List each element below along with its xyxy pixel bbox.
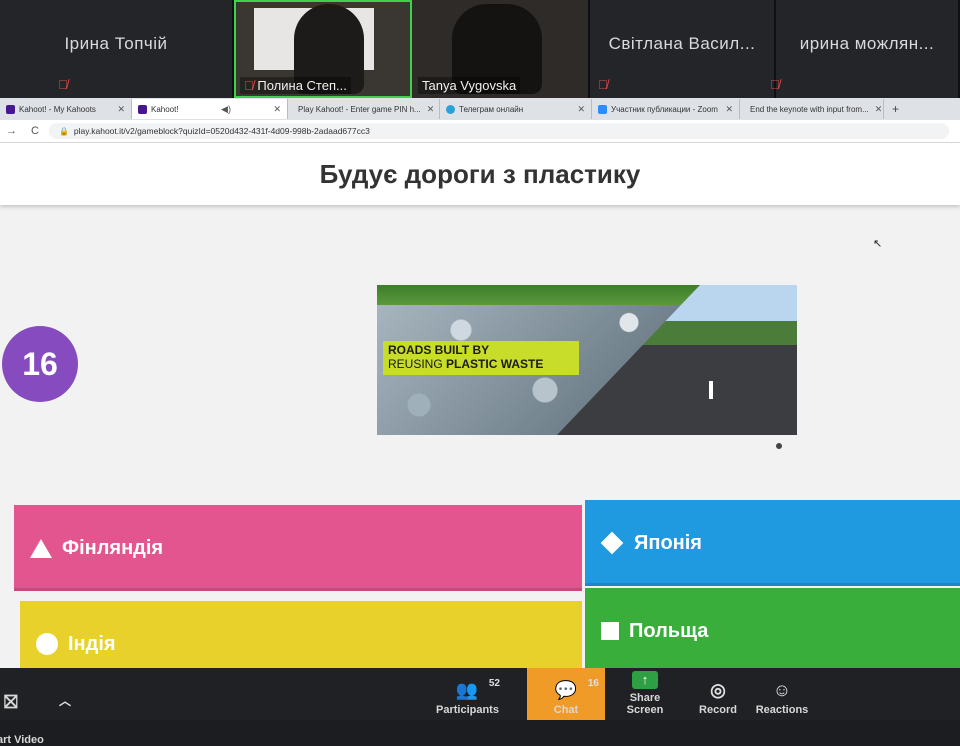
chat-label: Chat [553, 704, 579, 716]
close-icon[interactable]: ✕ [421, 104, 435, 115]
image-caption-line1: ROADS BUILT BY [388, 343, 490, 357]
participant-name: Ірина Топчій [64, 34, 168, 53]
answer-label: Індія [68, 632, 116, 655]
participant-tile[interactable]: Ірина Топчій 🎙̸ [0, 0, 234, 98]
forward-arrow-icon[interactable]: → [6, 125, 17, 137]
reactions-label: Reactions [755, 704, 809, 716]
triangle-icon [30, 538, 52, 558]
browser-tab[interactable]: Kahoot! - My Kahoots ✕ [0, 99, 132, 119]
close-icon[interactable]: ✕ [719, 104, 733, 115]
answer-label: Польща [629, 619, 709, 642]
participant-name: Світлана Васил... [608, 34, 756, 53]
url-field[interactable]: 🔒 play.kahoot.it/v2/gameblock?quizId=052… [48, 123, 949, 139]
participant-tile[interactable]: ирина можлян... 🎙̸ [770, 0, 960, 98]
kahoot-favicon-icon [6, 104, 15, 114]
url-text: play.kahoot.it/v2/gameblock?quizId=0520d… [73, 126, 370, 136]
question-image: ROADS BUILT BY REUSING PLASTIC WASTE [377, 285, 797, 435]
question-bar: Будує дороги з пластику [0, 143, 960, 205]
chat-button[interactable]: 💬 16 Chat [527, 668, 605, 720]
video-options-chevron-up-icon[interactable]: ︿ [58, 692, 72, 716]
diamond-icon [600, 531, 624, 555]
share-screen-label: Share Screen [626, 692, 664, 716]
share-screen-button[interactable]: ↑ Share Screen [610, 668, 680, 716]
close-icon[interactable]: ✕ [571, 104, 585, 115]
mic-muted-icon: 🎙̸ [58, 77, 68, 92]
browser-tab-active[interactable]: Kahoot! ◀) ✕ [132, 99, 288, 119]
lock-icon: 🔒 [58, 126, 69, 136]
square-icon [601, 622, 619, 640]
reload-icon[interactable]: C [31, 125, 39, 137]
image-caption-banner: ROADS BUILT BY REUSING PLASTIC WASTE [383, 341, 579, 375]
speaker-icon[interactable]: ◀) [215, 104, 231, 115]
chat-bubble-icon: 💬 [554, 680, 578, 700]
share-screen-icon: ↑ [632, 671, 658, 689]
participant-name: 🎙̸ Полина Степ... [240, 77, 351, 94]
address-bar: → C 🔒 play.kahoot.it/v2/gameblock?quizId… [0, 120, 960, 143]
zoom-control-bar: ⛝ Start Video ︿ 👥 52 Participants 💬 16 C… [0, 668, 960, 746]
browser-tab-bar: Kahoot! - My Kahoots ✕ Kahoot! ◀) ✕ Play Ka… [0, 98, 960, 120]
browser-tab[interactable]: Play Kahoot! - Enter game PIN h... ✕ [288, 99, 440, 119]
browser-tab[interactable]: End the keynote with input from... ✕ [740, 99, 884, 119]
participants-count: 52 [488, 678, 500, 689]
road-lane-marking [709, 381, 713, 399]
telegram-favicon-icon [446, 104, 455, 114]
participants-button[interactable]: 👥 52 Participants [436, 678, 500, 716]
countdown-timer: 16 [2, 326, 78, 402]
mic-muted-icon: 🎙̸ [244, 78, 258, 93]
zoom-participant-strip: Ірина Топчій 🎙̸ 🎙̸ Полина Степ... Tanya … [0, 0, 960, 98]
participant-tile-video[interactable]: Tanya Vygovska [412, 0, 590, 98]
chat-count: 16 [587, 678, 599, 689]
chat-button-inner: 💬 16 Chat [541, 678, 599, 716]
reactions-smiley-icon: ☺ [772, 680, 792, 700]
answer-button-square[interactable]: Польща [585, 588, 960, 668]
participant-tile[interactable]: Світлана Васил... 🎙̸ [590, 0, 776, 98]
image-caption-line2: REUSING PLASTIC WASTE [388, 357, 544, 371]
answer-button-diamond[interactable]: Японія [585, 500, 960, 586]
participant-tile-video[interactable]: 🎙̸ Полина Степ... [234, 0, 412, 98]
record-label: Record [699, 704, 737, 716]
answer-button-circle[interactable]: Індія [20, 601, 582, 668]
start-video-button[interactable]: ⛝ Start Video [0, 692, 48, 746]
mic-muted-icon: 🎙̸ [770, 77, 780, 92]
participants-label: Participants [436, 704, 499, 716]
new-tab-button[interactable]: + [884, 102, 907, 116]
close-icon[interactable]: ✕ [267, 104, 281, 115]
record-button[interactable]: ◎ Record [696, 680, 740, 716]
kahoot-game-page: Будує дороги з пластику ↖ 16 ROADS BUILT… [0, 143, 960, 668]
browser-tab[interactable]: Участник публикации - Zoom ✕ [592, 99, 740, 119]
reactions-button[interactable]: ☺ Reactions [754, 680, 810, 716]
close-icon[interactable]: ✕ [869, 104, 883, 115]
answer-label: Фінляндія [62, 536, 164, 559]
participant-name: Tanya Vygovska [418, 77, 521, 94]
answer-label: Японія [634, 531, 702, 554]
answer-button-triangle[interactable]: Фінляндія [14, 505, 582, 591]
zoom-favicon-icon [598, 104, 607, 114]
participant-name: ирина можлян... [799, 34, 935, 53]
question-title: Будує дороги з пластику [319, 159, 641, 189]
start-video-label: Start Video [0, 734, 44, 746]
video-off-icon: ⛝ [4, 692, 18, 712]
kahoot-favicon-icon [138, 104, 147, 114]
mic-muted-icon: 🎙̸ [598, 77, 608, 92]
record-icon: ◎ [710, 680, 726, 700]
image-shadow [776, 443, 782, 449]
browser-tab[interactable]: Телеграм онлайн ✕ [440, 99, 592, 119]
circle-icon [36, 633, 58, 655]
mouse-cursor-icon: ↖ [873, 238, 883, 250]
close-icon[interactable]: ✕ [111, 104, 125, 115]
